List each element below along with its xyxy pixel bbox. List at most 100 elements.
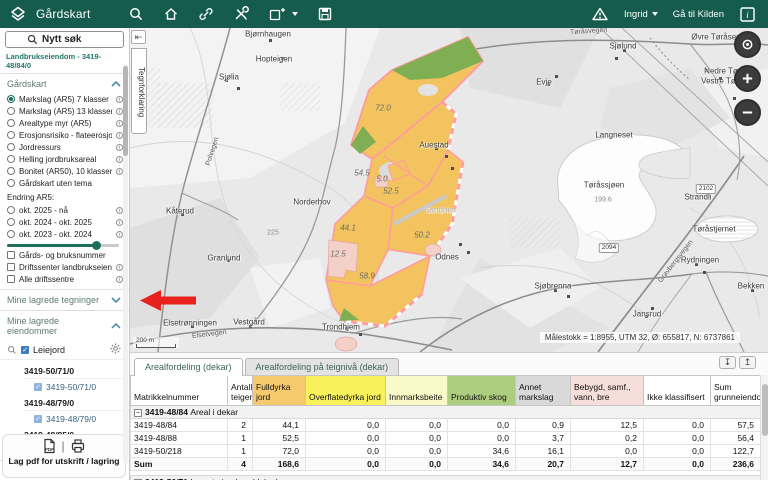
option-label: okt. 2025 - nå (19, 206, 68, 215)
column-header[interactable]: Overflatedyrka jord (306, 376, 386, 406)
column-header[interactable]: Annet markslag (516, 376, 571, 406)
column-header[interactable]: Produktiv skog (448, 376, 516, 406)
saved-property-title[interactable]: 3419-50/71/0 (24, 364, 129, 379)
layer-option[interactable]: Bonitet (AR50), 10 klasseri (0, 165, 129, 177)
column-header[interactable]: Matrikkelnummer (131, 376, 228, 406)
layer-option[interactable]: Helling jordbruksareali (0, 153, 129, 165)
search-icon[interactable] (128, 6, 144, 22)
radio-button[interactable] (7, 179, 15, 187)
info-icon[interactable]: i (116, 168, 123, 175)
info-icon[interactable]: i (116, 96, 123, 103)
column-header[interactable]: Ikke klassifisert (644, 376, 711, 406)
endring-option[interactable]: okt. 2025 - nå i (0, 204, 129, 216)
column-header[interactable]: Bebygd, samf., vann, bre (571, 376, 644, 406)
tab-arealfordeling-teignivaa[interactable]: Arealfordeling på teignivå (dekar) (245, 358, 400, 375)
app-logo-icon[interactable] (8, 4, 28, 24)
checkbox[interactable] (7, 275, 15, 283)
saved-property-title[interactable]: 3419-48/79/0 (24, 396, 129, 411)
column-header[interactable]: Fulldyrka jord (253, 376, 306, 406)
leiejord-checkbox[interactable]: ✓ (21, 346, 29, 354)
info-icon[interactable]: i (116, 207, 123, 214)
endring-option[interactable]: okt. 2023 - okt. 2024i (0, 228, 129, 240)
search-input[interactable] (42, 34, 102, 45)
locate-icon[interactable] (734, 31, 761, 58)
layer-option[interactable]: Markslag (AR5) 13 klasseri (0, 105, 129, 117)
collapse-icon[interactable]: − (134, 409, 142, 417)
search-field[interactable] (5, 31, 124, 48)
checkbox-option[interactable]: Alle driftssentrei (0, 273, 129, 285)
checkbox-option[interactable]: Gårds- og bruksnummer (0, 249, 129, 261)
legend-tab[interactable]: Tegnforklaring (131, 48, 147, 134)
layer-option[interactable]: Jordressursi (0, 141, 129, 153)
info-icon[interactable]: i (116, 108, 123, 115)
info-icon[interactable]: i (116, 231, 123, 238)
zoom-out-icon[interactable] (734, 99, 761, 126)
info-icon[interactable]: i (116, 156, 123, 163)
kilden-link[interactable]: Gå til Kilden (673, 9, 724, 20)
zoom-in-icon[interactable] (734, 65, 761, 92)
table-row[interactable]: 3419-48/84244,10,00,00,00,912,50,057,5 (131, 419, 761, 432)
info-icon[interactable]: i (116, 120, 123, 127)
checkbox[interactable] (7, 251, 15, 259)
radio-button[interactable] (7, 218, 15, 226)
save-icon[interactable] (317, 6, 333, 22)
panel-saved-properties[interactable]: Mine lagrede eiendommer (0, 311, 129, 340)
radio-button[interactable] (7, 230, 15, 238)
layer-option[interactable]: Arealtype myr (AR5)i (0, 117, 129, 129)
table-group-row[interactable]: −3419-48/84 Areal i dekar (131, 406, 761, 419)
radio-button[interactable] (7, 131, 15, 139)
column-header[interactable]: Innmarksbeite (386, 376, 448, 406)
home-icon[interactable] (163, 6, 179, 22)
table-row[interactable]: 3419-48/88152,50,00,00,03,70,20,056,4 (131, 432, 761, 445)
info-icon[interactable]: i (116, 264, 123, 271)
tab-arealfordeling[interactable]: Arealfordeling (dekar) (134, 358, 243, 376)
endring-option[interactable]: okt. 2024 - okt. 2025i (0, 216, 129, 228)
panel-saved-drawings[interactable]: Mine lagrede tegninger (0, 290, 129, 309)
saved-property-item[interactable]: ✓3419-48/79/0 (34, 414, 129, 424)
pdf-print-button[interactable]: PDF | Lag pdf for utskrift / lagring (2, 434, 126, 478)
radio-button[interactable] (7, 95, 15, 103)
map-canvas[interactable]: BjørnhaugenHopteigenSjøliaKåterudGranlun… (130, 28, 768, 352)
radio-button[interactable] (7, 155, 15, 163)
layer-option[interactable]: Erosjonsrisiko - flateerosjoni (0, 129, 129, 141)
panel-title: Mine lagrede tegninger (7, 295, 99, 305)
tools-icon[interactable] (233, 6, 249, 22)
time-slider[interactable] (0, 240, 129, 249)
user-menu[interactable]: Ingrid (624, 9, 658, 20)
table-group-row[interactable]: −3419-50/71 Lagret eiendom (dekar) (131, 476, 761, 480)
radio-button[interactable] (7, 119, 15, 127)
link-icon[interactable] (198, 6, 214, 22)
table-scrollbar[interactable] (760, 375, 768, 480)
radio-button[interactable] (7, 167, 15, 175)
layer-option[interactable]: Gårdskart uten tema (0, 177, 129, 189)
column-header[interactable]: Sum grunneiendom (711, 376, 761, 406)
collapse-panel-icon[interactable]: ↧ (719, 356, 736, 369)
gear-icon[interactable] (110, 343, 121, 356)
radio-button[interactable] (7, 143, 15, 151)
search-icon[interactable] (7, 345, 17, 355)
collapse-sidebar-icon[interactable]: ⇤ (131, 30, 146, 44)
table-row[interactable]: Sum4168,60,00,034,620,712,70,0236,6 (131, 458, 761, 471)
add-map-layer-icon[interactable] (268, 6, 298, 22)
info-icon[interactable]: i (116, 144, 123, 151)
checkbox[interactable]: ✓ (34, 415, 42, 423)
panel-gardskart[interactable]: Gårdskart (0, 74, 129, 93)
info-icon[interactable]: i (116, 219, 123, 226)
table-row[interactable]: 3419-50/218172,00,00,034,616,10,00,0122,… (131, 445, 761, 458)
table-cell: 12,5 (571, 419, 644, 432)
saved-property-item[interactable]: ✓3419-50/71/0 (34, 382, 129, 392)
checkbox[interactable] (7, 263, 15, 271)
checkbox[interactable]: ✓ (34, 383, 42, 391)
saved-property-group: 3419-48/79/0 ✓3419-48/79/0 (24, 396, 129, 424)
expand-panel-icon[interactable]: ↥ (739, 356, 756, 369)
checkbox-option[interactable]: Driftssenter landbrukseiendomi (0, 261, 129, 273)
radio-button[interactable] (7, 206, 15, 214)
warning-icon[interactable] (591, 6, 609, 22)
radio-button[interactable] (7, 107, 15, 115)
layer-option[interactable]: Markslag (AR5) 7 klasseri (0, 93, 129, 105)
info-icon[interactable]: i (116, 132, 123, 139)
sidebar-scrollbar[interactable] (123, 64, 128, 464)
column-header[interactable]: Antall teiger (228, 376, 253, 406)
info-icon[interactable]: i (739, 6, 756, 23)
info-icon[interactable]: i (116, 276, 123, 283)
